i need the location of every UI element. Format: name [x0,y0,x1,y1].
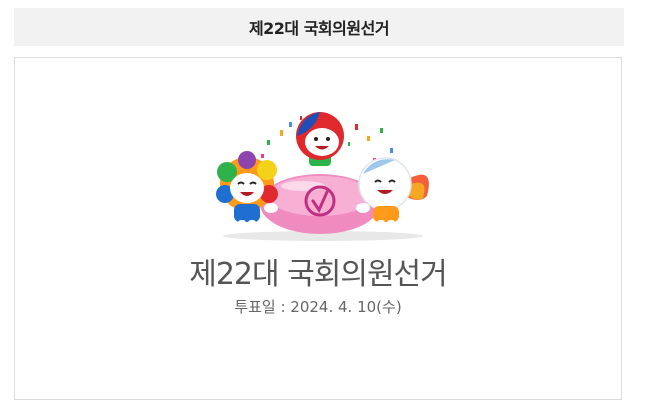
header-title: 제22대 국회의원선거 [248,19,390,38]
center-mascot-icon [296,112,344,166]
voting-date: 투표일 : 2024. 4. 10(수) [234,298,402,316]
election-card: 제22대 국회의원선거 투표일 : 2024. 4. 10(수) [14,57,622,400]
election-header-bar: 제22대 국회의원선거 [14,8,624,46]
election-mascots-icon [216,112,429,241]
election-title: 제22대 국회의원선거 [189,257,448,292]
left-mascot-icon [216,151,278,232]
